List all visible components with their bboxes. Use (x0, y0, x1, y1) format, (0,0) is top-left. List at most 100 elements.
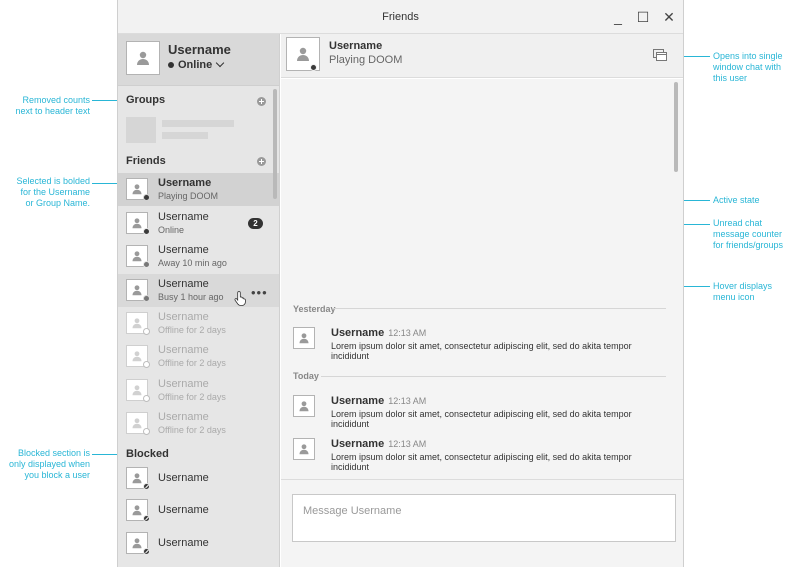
minimize-button[interactable]: _ (609, 8, 627, 26)
person-icon (132, 473, 142, 484)
annotation-active-state: Active state (713, 195, 760, 205)
annotation-unread-counter: Unread chat message counter for friends/… (713, 218, 784, 250)
message-input[interactable]: Message Username (292, 494, 676, 542)
message-author-name: Username (331, 327, 385, 339)
friends-window: Friends _ ☐ ✕ Username Online Groups Fri… (117, 0, 684, 567)
friend-name: Username (158, 211, 209, 223)
person-icon (132, 251, 142, 262)
blocked-row[interactable]: Username (118, 527, 279, 560)
day-divider-label: Yesterday (293, 304, 336, 314)
annotation-selected-bolded: Selected is bolded for the Username or G… (16, 176, 90, 208)
person-icon (132, 418, 142, 429)
chat-user-status: Playing DOOM (329, 54, 403, 66)
status-selector[interactable]: Online (168, 58, 225, 71)
friends-header: Friends (126, 155, 166, 167)
online-dot-icon (310, 64, 317, 71)
online-dot-icon (168, 62, 174, 69)
maximize-button[interactable]: ☐ (634, 8, 652, 26)
friend-name: Username (158, 244, 209, 256)
window-title: Friends (382, 11, 419, 23)
person-icon (299, 444, 309, 455)
group-sub-placeholder (162, 132, 208, 139)
blocked-name: Username (158, 537, 209, 549)
message-time: 12:13 AM (388, 396, 427, 406)
friend-status: Offline for 2 days (158, 358, 226, 368)
person-icon (132, 318, 142, 329)
person-icon (299, 401, 309, 412)
friend-status: Playing DOOM (158, 191, 219, 201)
message-text: Lorem ipsum dolor sit amet, consectetur … (331, 341, 632, 361)
online-dot-icon (143, 194, 150, 201)
hand-cursor-icon (234, 291, 246, 306)
person-icon (132, 218, 142, 229)
friend-row[interactable]: Username Offline for 2 days (118, 407, 279, 440)
online-dot-icon (143, 228, 150, 235)
person-icon (132, 505, 142, 516)
friend-name: Username (158, 344, 209, 356)
chat-panel: Username Playing DOOM Yesterday Username… (281, 34, 683, 567)
close-button[interactable]: ✕ (660, 8, 678, 26)
chat-username: Username (329, 40, 383, 52)
my-username: Username (168, 42, 231, 57)
friend-name: Username (158, 177, 212, 189)
chevron-down-icon (215, 58, 225, 68)
friend-row[interactable]: Username Online 2 (118, 207, 279, 240)
friend-status: Offline for 2 days (158, 325, 226, 335)
group-name-placeholder (162, 120, 234, 127)
annotation-removed-counts: Removed counts next to header text (15, 95, 90, 116)
friend-status: Offline for 2 days (158, 425, 226, 435)
friend-name: Username (158, 411, 209, 423)
offline-dot-icon (143, 328, 150, 335)
add-friend-icon[interactable] (257, 157, 266, 166)
friend-row[interactable]: Username Offline for 2 days (118, 307, 279, 340)
offline-dot-icon (143, 395, 150, 402)
person-icon (297, 47, 309, 61)
friend-row[interactable]: Username Offline for 2 days (118, 340, 279, 373)
message-author: Username 12:13 AM (331, 395, 426, 407)
friend-row[interactable]: Username Away 10 min ago (118, 240, 279, 273)
offline-dot-icon (143, 361, 150, 368)
person-icon (132, 538, 142, 549)
message-author: Username 12:13 AM (331, 327, 426, 339)
unread-badge: 2 (248, 218, 263, 229)
friend-status: Online (158, 225, 185, 235)
day-divider-label: Today (293, 371, 319, 381)
friend-status: Busy 1 hour ago (158, 292, 224, 302)
friend-row[interactable]: Username Playing DOOM (118, 173, 279, 206)
message-text: Lorem ipsum dolor sit amet, consectetur … (331, 409, 632, 429)
message-avatar (293, 438, 315, 460)
person-icon (137, 51, 149, 65)
my-avatar[interactable] (126, 41, 160, 75)
title-bar: Friends _ ☐ ✕ (118, 0, 683, 34)
more-options-icon[interactable]: ••• (251, 285, 268, 300)
chat-header: Username Playing DOOM (281, 34, 683, 78)
chat-scrollbar[interactable] (674, 82, 678, 172)
message-time: 12:13 AM (388, 328, 427, 338)
message-time: 12:13 AM (388, 439, 427, 449)
message-text: Lorem ipsum dolor sit amet, consectetur … (331, 452, 632, 472)
groups-header: Groups (126, 94, 166, 106)
status-label: Online (178, 59, 213, 71)
person-icon (132, 184, 142, 195)
friend-status: Away 10 min ago (158, 258, 227, 268)
blocked-icon (143, 515, 150, 522)
away-dot-icon (143, 261, 150, 268)
blocked-row[interactable]: Username (118, 462, 279, 495)
group-avatar-placeholder (126, 117, 156, 143)
annotation-blocked-section: Blocked section is only displayed when y… (8, 448, 90, 480)
message-author: Username 12:13 AM (331, 438, 426, 450)
person-icon (132, 385, 142, 396)
blocked-row[interactable]: Username (118, 494, 279, 527)
friend-row[interactable]: Username Busy 1 hour ago ••• (118, 274, 279, 307)
offline-dot-icon (143, 428, 150, 435)
blocked-icon (143, 483, 150, 490)
friend-row[interactable]: Username Offline for 2 days (118, 374, 279, 407)
blocked-name: Username (158, 472, 209, 484)
sidebar-scrollbar[interactable] (273, 89, 277, 199)
friend-status: Offline for 2 days (158, 392, 226, 402)
popout-window-icon[interactable] (653, 49, 667, 61)
add-group-icon[interactable] (257, 97, 266, 106)
message-avatar (293, 327, 315, 349)
blocked-header: Blocked (126, 448, 169, 460)
blocked-icon (143, 548, 150, 555)
